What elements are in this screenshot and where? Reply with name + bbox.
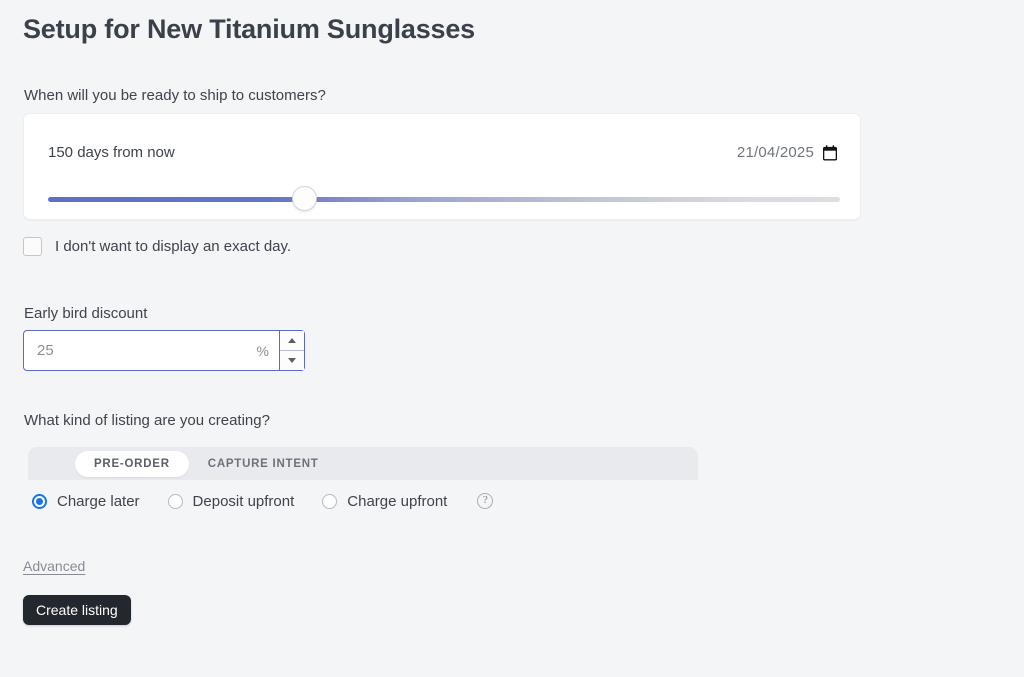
radio-charge-later[interactable]: Charge later — [32, 493, 140, 510]
radio-deposit-upfront[interactable]: Deposit upfront — [167, 493, 295, 510]
advanced-link[interactable]: Advanced — [23, 558, 85, 574]
discount-input[interactable]: 25 % — [24, 331, 279, 370]
days-from-now-text: 150 days from now — [48, 144, 175, 161]
charge-options-group: Charge later Deposit upfront Charge upfr… — [32, 493, 494, 510]
radio-deposit-upfront-label: Deposit upfront — [192, 493, 295, 510]
exact-day-checkbox[interactable] — [23, 237, 42, 256]
stepper-increment-button[interactable] — [280, 331, 304, 351]
calendar-icon[interactable] — [823, 144, 837, 161]
date-value: 21/04/2025 — [736, 144, 814, 161]
tab-capture-intent[interactable]: CAPTURE INTENT — [189, 451, 338, 477]
discount-label: Early bird discount — [24, 305, 148, 322]
percent-suffix: % — [256, 342, 269, 359]
listing-kind-label: What kind of listing are you creating? — [24, 412, 270, 429]
ship-date-row: 150 days from now 21/04/2025 — [48, 144, 837, 166]
triangle-up-icon — [288, 338, 296, 343]
radio-charge-later-control[interactable] — [32, 494, 47, 509]
ship-date-slider[interactable] — [48, 186, 840, 212]
triangle-down-icon — [288, 358, 296, 363]
discount-stepper[interactable] — [279, 331, 304, 370]
exact-day-checkbox-row[interactable]: I don't want to display an exact day. — [23, 237, 291, 256]
radio-charge-upfront-label: Charge upfront — [347, 493, 448, 510]
setup-page: Setup for New Titanium Sunglasses When w… — [0, 0, 1024, 677]
slider-thumb[interactable] — [292, 186, 317, 211]
date-picker[interactable]: 21/04/2025 — [737, 144, 837, 161]
discount-value: 25 — [37, 342, 54, 359]
discount-field[interactable]: 25 % — [23, 330, 305, 371]
page-title: Setup for New Titanium Sunglasses — [23, 14, 475, 44]
tab-pre-order[interactable]: PRE-ORDER — [75, 450, 189, 477]
create-listing-button[interactable]: Create listing — [23, 595, 131, 625]
radio-charge-upfront[interactable]: Charge upfront — [322, 493, 447, 510]
radio-charge-later-label: Charge later — [57, 493, 140, 510]
stepper-decrement-button[interactable] — [280, 351, 304, 370]
ship-question-label: When will you be ready to ship to custom… — [24, 87, 326, 104]
radio-deposit-upfront-control[interactable] — [167, 494, 183, 509]
ship-date-card: 150 days from now 21/04/2025 — [23, 113, 861, 220]
slider-track[interactable] — [48, 197, 840, 202]
help-circle-icon[interactable]: ? — [477, 493, 494, 509]
radio-charge-upfront-control[interactable] — [322, 494, 338, 509]
exact-day-label: I don't want to display an exact day. — [55, 238, 292, 255]
listing-type-tabs: PRE-ORDER CAPTURE INTENT — [28, 447, 698, 480]
